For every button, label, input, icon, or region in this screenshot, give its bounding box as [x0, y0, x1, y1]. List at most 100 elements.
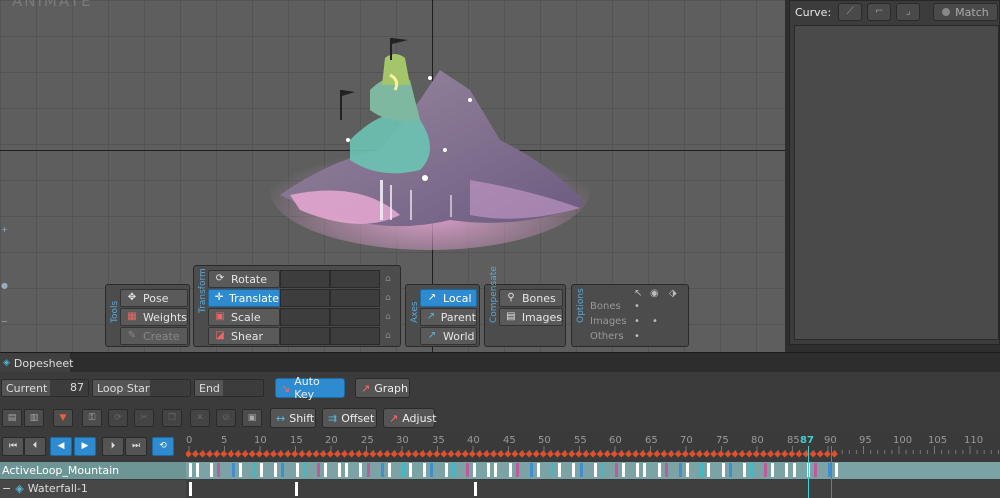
adjust-button[interactable]: ↗ Adjust	[383, 408, 437, 428]
keyframe[interactable]	[551, 463, 555, 477]
parent-axes-button[interactable]: ↗ Parent	[420, 308, 477, 326]
translate-button[interactable]: ✛ Translate	[208, 289, 280, 307]
zoom-in-icon[interactable]: +	[1, 226, 9, 234]
keyframe[interactable]	[707, 463, 711, 477]
next-key-button[interactable]: ⏵	[102, 437, 124, 456]
keyframe[interactable]	[465, 463, 469, 477]
keyframe[interactable]	[295, 482, 298, 496]
keyframe[interactable]	[189, 482, 192, 496]
compensate-bones-button[interactable]: ⚲ Bones	[499, 289, 563, 307]
keyframe[interactable]	[451, 463, 455, 477]
keyframe[interactable]	[189, 463, 192, 477]
track-row[interactable]: − ◈ Waterfall-1	[0, 480, 1000, 498]
keyframe[interactable]	[593, 463, 597, 477]
copy-icon[interactable]: ❐	[162, 409, 182, 427]
keyframe[interactable]	[686, 463, 689, 477]
keyframe[interactable]	[260, 463, 263, 477]
keyframe[interactable]	[338, 463, 342, 477]
keyframe[interactable]	[487, 463, 491, 477]
keyframe[interactable]	[494, 463, 498, 477]
rotate-value-2[interactable]	[330, 270, 380, 288]
keyframe[interactable]	[474, 482, 477, 496]
shear-lock-icon[interactable]: ⌂	[381, 327, 395, 345]
new-key-icon[interactable]: ▤	[2, 409, 22, 427]
scale-lock-icon[interactable]: ⌂	[381, 308, 395, 326]
keyframe[interactable]	[295, 463, 299, 477]
prev-key-button[interactable]: ⏴	[24, 437, 46, 456]
delete-icon[interactable]: ✕	[190, 409, 210, 427]
keyframe[interactable]	[835, 463, 839, 477]
refresh-icon[interactable]: ⟳	[108, 409, 128, 427]
images-visible-toggle[interactable]: •	[652, 316, 658, 327]
clipboard-icon[interactable]: ▣	[242, 409, 262, 427]
first-frame-button[interactable]: ⏮	[2, 437, 24, 456]
track-name-waterfall[interactable]: − ◈ Waterfall-1	[0, 480, 186, 498]
keyframe[interactable]	[579, 463, 583, 477]
local-axes-button[interactable]: ↗ Local	[420, 289, 477, 307]
others-select-toggle[interactable]: •	[634, 331, 640, 342]
keyframe[interactable]	[622, 463, 626, 477]
tab-dopesheet[interactable]: ◈ Dopesheet	[0, 353, 73, 373]
pose-button[interactable]: ✥ Pose	[120, 289, 188, 307]
play-forward-button[interactable]: ▶	[74, 437, 96, 456]
keyframe[interactable]	[281, 463, 285, 477]
match-button[interactable]: Match	[933, 3, 998, 21]
keyframe[interactable]	[252, 463, 256, 477]
keyframe[interactable]	[345, 463, 349, 477]
current-frame-field[interactable]: Current 87	[1, 379, 89, 397]
keyframe[interactable]	[536, 463, 540, 477]
keyframe[interactable]	[473, 463, 476, 477]
keyframe[interactable]	[508, 463, 512, 477]
keyframe[interactable]	[323, 463, 327, 477]
timeline-ruler[interactable]: 0 5 10 15 20 25 30 35 40 45 50 55 60 65 …	[184, 432, 1000, 462]
track-row[interactable]: ActiveLoop_Mountain	[0, 462, 1000, 479]
shear-x-value[interactable]	[280, 327, 330, 345]
world-axes-button[interactable]: ↗ World	[420, 327, 477, 345]
keyframe[interactable]	[636, 463, 640, 477]
track-name-activeloop[interactable]: ActiveLoop_Mountain	[0, 462, 186, 479]
scale-button[interactable]: ▣ Scale	[208, 308, 280, 326]
keyframe[interactable]	[700, 463, 704, 477]
loop-start-value[interactable]	[150, 380, 190, 396]
create-button[interactable]: ✎ Create	[120, 327, 188, 345]
rotate-value[interactable]	[280, 270, 330, 288]
cut-icon[interactable]: ✂	[134, 409, 154, 427]
current-frame-value[interactable]: 87	[50, 380, 88, 396]
loop-button[interactable]: ⟲	[152, 437, 174, 456]
keyframe[interactable]	[742, 463, 746, 477]
keyframe[interactable]	[196, 463, 200, 477]
keyframe[interactable]	[572, 463, 576, 477]
shear-button[interactable]: ◪ Shear	[208, 327, 280, 345]
compensate-images-button[interactable]: ▤ Images	[499, 308, 563, 326]
end-value[interactable]	[223, 380, 263, 396]
keyframe[interactable]	[615, 463, 618, 477]
bones-select-toggle[interactable]: •	[634, 301, 640, 312]
keyframe[interactable]	[792, 463, 796, 477]
keyframe[interactable]	[302, 463, 306, 477]
keyframe[interactable]	[643, 463, 647, 477]
zoom-slider[interactable]: + ● −	[0, 218, 10, 348]
curve-linear-button[interactable]: ⟋	[838, 3, 863, 21]
keyframe[interactable]	[217, 463, 221, 477]
keyframe[interactable]	[600, 463, 604, 477]
keyframe[interactable]	[771, 463, 775, 477]
keyframe[interactable]	[231, 463, 235, 477]
keyframe[interactable]	[402, 463, 405, 477]
translate-y-value[interactable]	[330, 289, 380, 307]
translate-lock-icon[interactable]: ⌂	[381, 289, 395, 307]
keyframe[interactable]	[274, 463, 278, 477]
zoom-handle[interactable]: ●	[1, 282, 9, 290]
last-frame-button[interactable]: ⏭	[125, 437, 147, 456]
play-backward-button[interactable]: ◀	[50, 437, 72, 456]
keyframe[interactable]	[387, 463, 391, 477]
filter-icon[interactable]: ▼	[53, 409, 73, 427]
mountain-artwork[interactable]	[270, 30, 590, 250]
keyframe[interactable]	[210, 463, 214, 477]
curve-graph-area[interactable]	[794, 25, 999, 340]
clear-icon[interactable]: ⊘	[216, 409, 236, 427]
keyframe[interactable]	[664, 463, 668, 477]
graph-button[interactable]: ↗ Graph	[355, 378, 410, 398]
keyframe[interactable]	[749, 463, 753, 477]
rotate-button[interactable]: ⟳ Rotate	[208, 270, 280, 288]
keyframe[interactable]	[380, 463, 384, 477]
